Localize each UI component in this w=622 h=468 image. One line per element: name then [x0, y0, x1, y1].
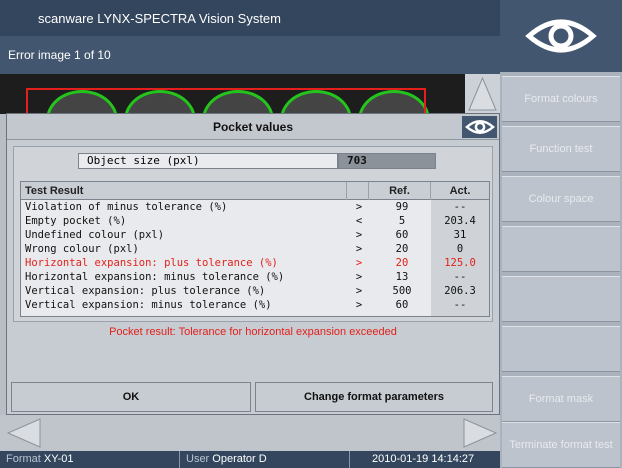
ref-value: 99 — [395, 201, 409, 213]
ref-value: 13 — [395, 271, 409, 283]
test-name: Violation of minus tolerance (%) — [25, 201, 228, 213]
format-mask-button[interactable]: Format mask — [502, 376, 620, 422]
eye-icon — [464, 120, 495, 134]
act-value: 125.0 — [444, 257, 476, 269]
ref-value: 20 — [395, 257, 409, 269]
empty-panel-button[interactable] — [502, 326, 620, 372]
status-datetime: 2010-01-19 14:14:27 — [372, 453, 475, 465]
empty-panel-button[interactable] — [502, 276, 620, 322]
table-row: Horizontal expansion: minus tolerance (%… — [21, 272, 489, 283]
operator: > — [355, 257, 363, 269]
status-bar: Format XY-01 User Operator D 2010-01-19 … — [0, 451, 500, 468]
triangle-right-icon[interactable] — [460, 417, 500, 449]
eye-icon — [525, 19, 597, 53]
table-row: Violation of minus tolerance (%) >99 -- — [21, 202, 489, 213]
format-colours-button[interactable]: Format colours — [502, 76, 620, 122]
window-title-bar: scanware LYNX-SPECTRA Vision System — [0, 0, 500, 36]
function-test-button[interactable]: Function test — [502, 126, 620, 172]
operator: > — [355, 299, 363, 311]
test-name: Empty pocket (%) — [25, 215, 127, 227]
test-result-table: Test Result Ref. Act. Violation of minus… — [20, 181, 490, 317]
table-row: Empty pocket (%) <5 203.4 — [21, 216, 489, 227]
operator: > — [355, 271, 363, 283]
ok-button[interactable]: OK — [11, 382, 251, 412]
image-counter: Error image 1 of 10 — [8, 48, 111, 62]
test-name: Horizontal expansion: plus tolerance (%) — [25, 257, 278, 269]
operator: > — [355, 285, 363, 297]
table-row: Undefined colour (pxl) >60 31 — [21, 230, 489, 241]
pocket-result-message: Pocket result: Tolerance for horizontal … — [109, 326, 397, 338]
pocket-values-dialog: Pocket values Object size (pxl) 703 Test… — [6, 113, 500, 415]
logo — [500, 0, 622, 72]
header-ref: Ref. — [369, 182, 431, 200]
test-name: Horizontal expansion: minus tolerance (%… — [25, 271, 285, 283]
act-value: 203.4 — [444, 215, 476, 227]
empty-panel-button[interactable] — [502, 226, 620, 272]
ref-value: 60 — [395, 229, 409, 241]
pocket-values-panel: Object size (pxl) 703 Test Result Ref. A… — [13, 146, 493, 322]
triangle-left-icon[interactable] — [4, 417, 44, 449]
error-region-box — [26, 88, 426, 114]
ref-value: 60 — [395, 299, 409, 311]
act-value: 206.3 — [444, 285, 476, 297]
dialog-title: Pocket values — [7, 114, 499, 140]
right-panel: Format colours Function test Colour spac… — [500, 0, 622, 468]
test-name: Wrong colour (pxl) — [25, 243, 139, 255]
act-value: -- — [453, 271, 467, 283]
table-row: Vertical expansion: plus tolerance (%) >5… — [21, 286, 489, 297]
image-counter-bar: Error image 1 of 10 — [0, 36, 500, 74]
header-act: Act. — [449, 185, 471, 197]
inspection-image — [0, 74, 465, 114]
scroll-up-button[interactable] — [465, 74, 500, 114]
triangle-up-icon — [468, 76, 497, 111]
act-value: 31 — [453, 229, 467, 241]
test-name: Vertical expansion: minus tolerance (%) — [25, 299, 272, 311]
operator: < — [355, 215, 363, 227]
header-test-result: Test Result — [21, 182, 347, 200]
act-value: 0 — [456, 243, 464, 255]
ref-value: 5 — [398, 215, 406, 227]
ref-value: 20 — [395, 243, 409, 255]
dialog-eye-logo — [462, 116, 497, 138]
test-name: Vertical expansion: plus tolerance (%) — [25, 285, 266, 297]
test-name: Undefined colour (pxl) — [25, 229, 165, 241]
colour-space-button[interactable]: Colour space — [502, 176, 620, 222]
change-format-parameters-button[interactable]: Change format parameters — [255, 382, 493, 412]
terminate-format-test-button[interactable]: Terminate format test — [502, 422, 620, 468]
status-format: Format XY-01 — [0, 451, 180, 468]
act-value: -- — [453, 201, 467, 213]
operator: > — [355, 229, 363, 241]
table-row: Horizontal expansion: plus tolerance (%)… — [21, 258, 489, 269]
ref-value: 500 — [392, 285, 412, 297]
act-value: -- — [453, 299, 467, 311]
window-title: scanware LYNX-SPECTRA Vision System — [38, 10, 281, 26]
table-row: Vertical expansion: minus tolerance (%) >… — [21, 300, 489, 311]
image-navigation-bar — [0, 415, 500, 451]
table-header: Test Result Ref. Act. — [21, 182, 489, 200]
operator: > — [355, 201, 363, 213]
object-size-label: Object size (pxl) — [78, 153, 338, 169]
object-size-value: 703 — [338, 153, 436, 169]
header-operator — [347, 182, 369, 200]
table-row: Wrong colour (pxl) >20 0 — [21, 244, 489, 255]
operator: > — [355, 243, 363, 255]
status-user: User Operator D — [180, 451, 350, 468]
